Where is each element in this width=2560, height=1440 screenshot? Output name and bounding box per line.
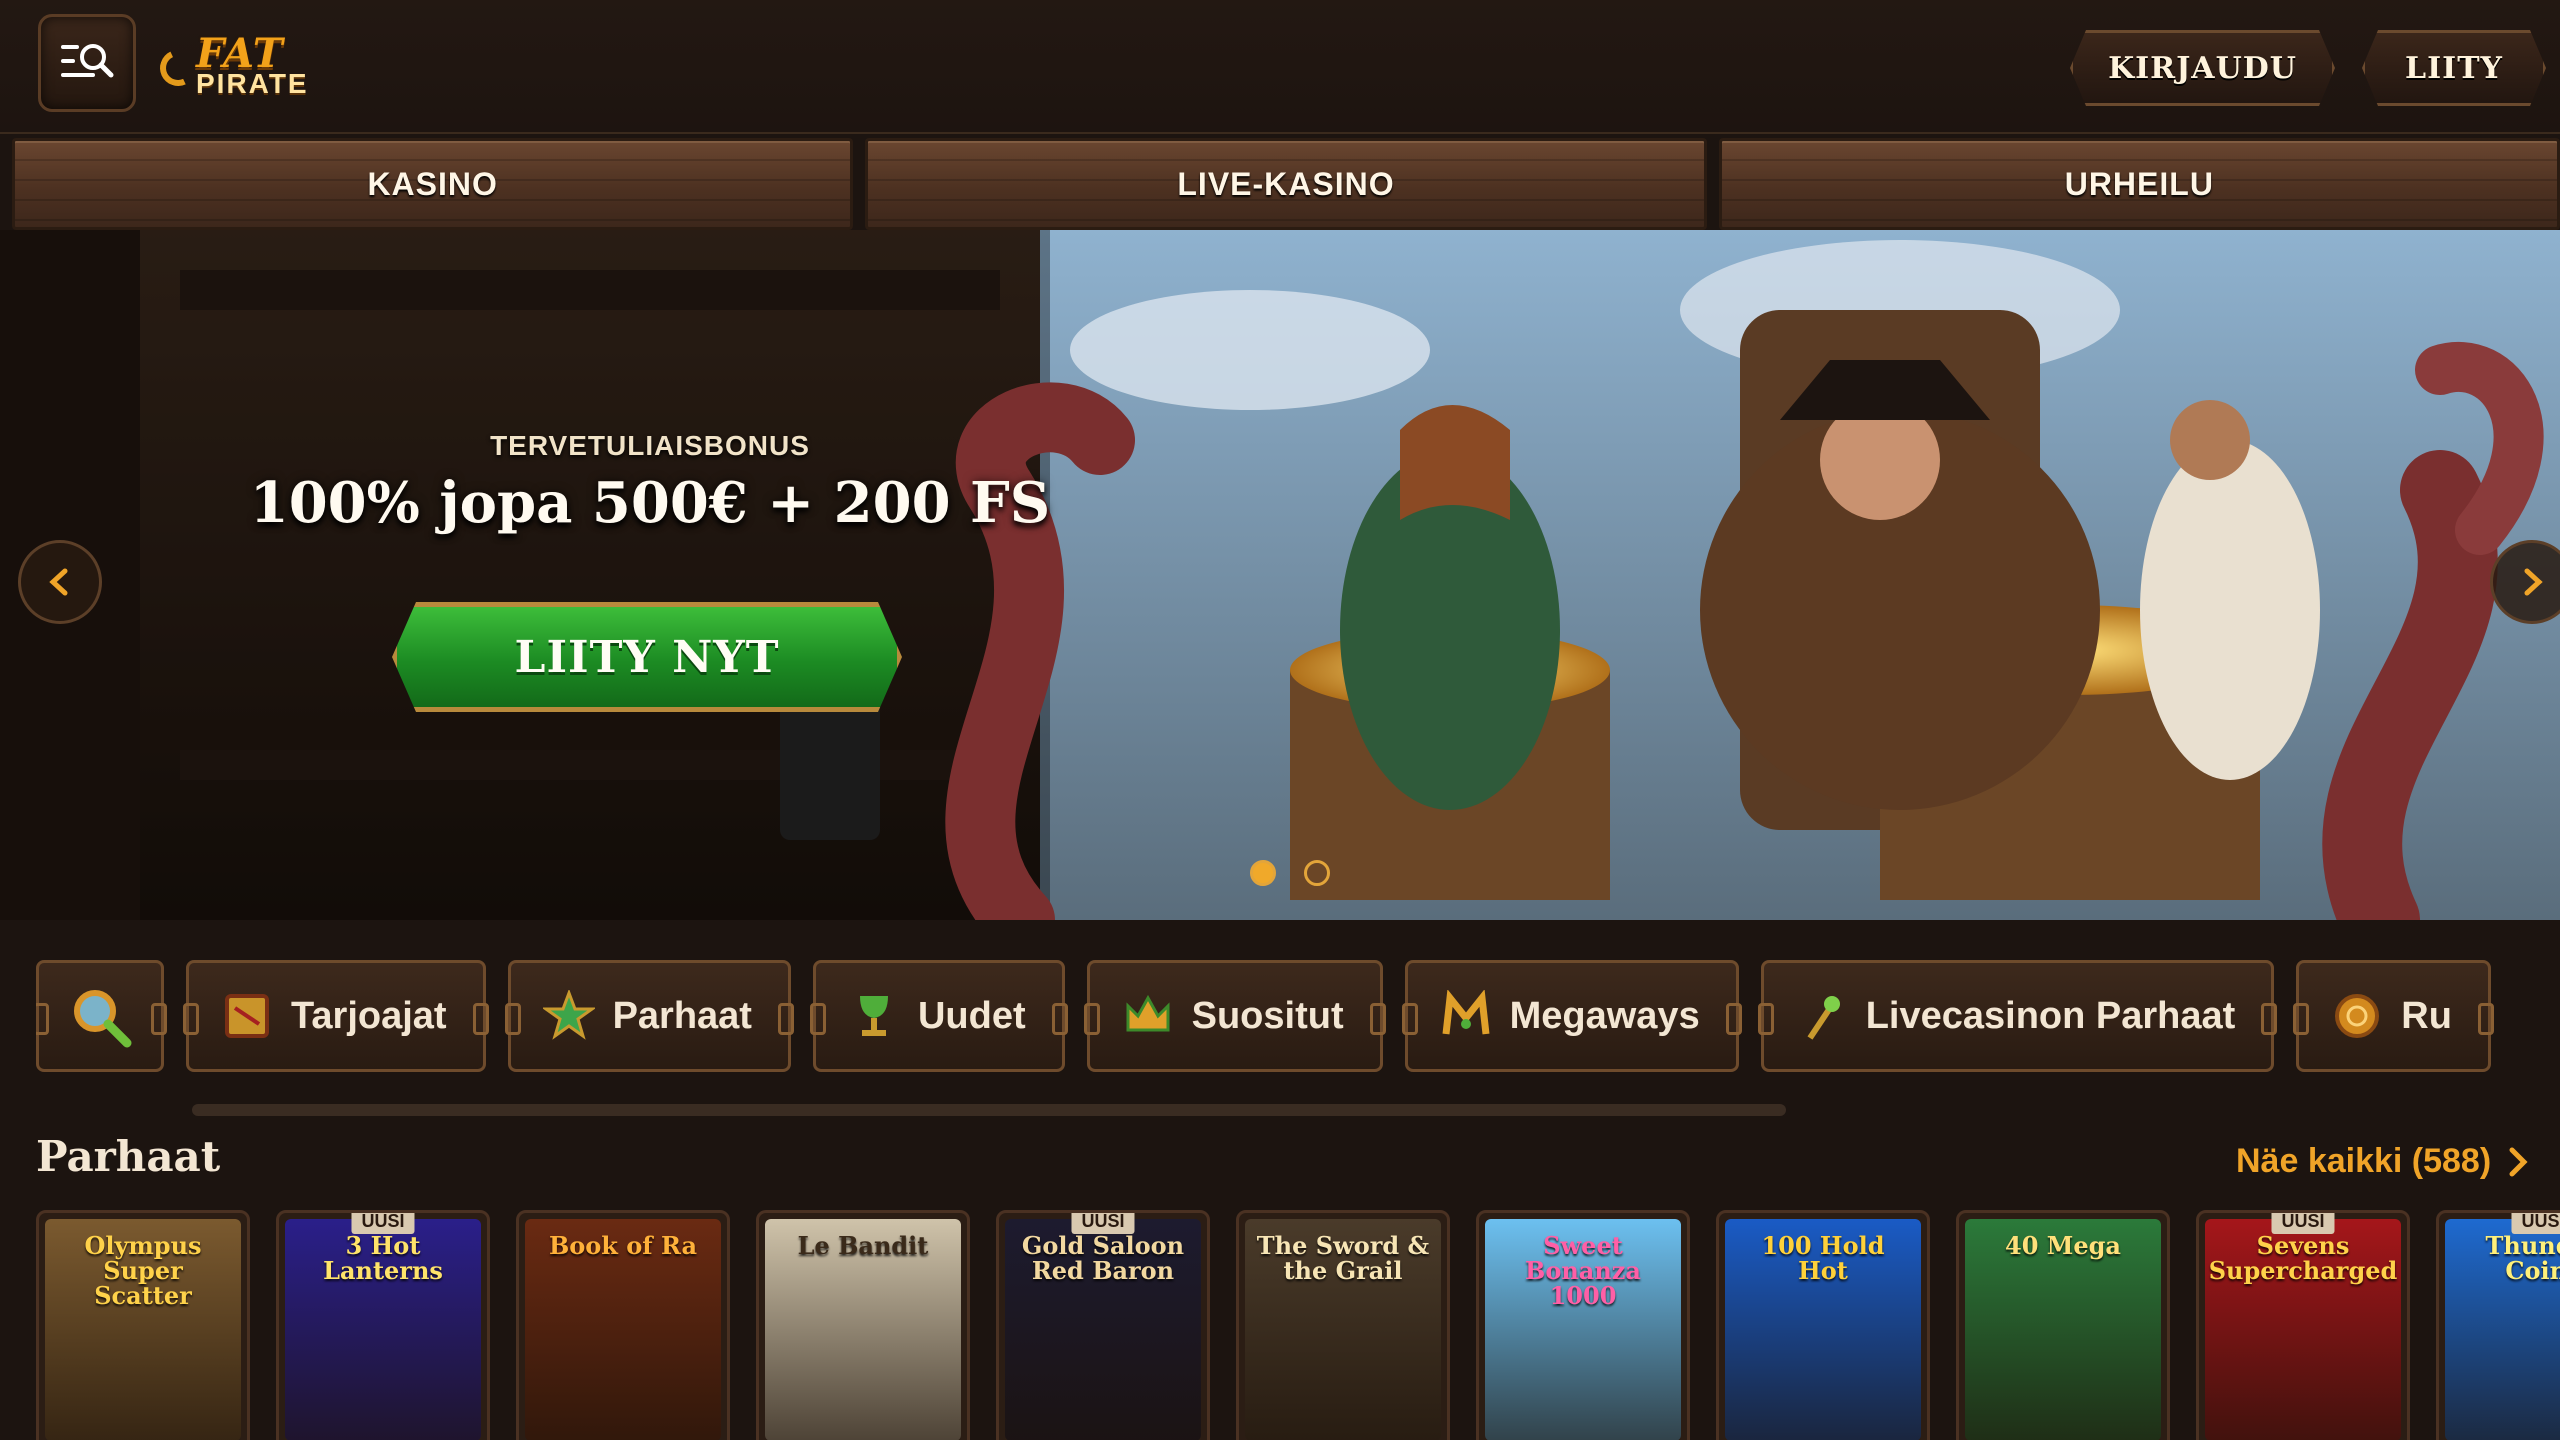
game-thumbnail: Sevens Supercharged [2205, 1219, 2401, 1440]
game-tile[interactable]: UUSIThunder Coins [2436, 1210, 2560, 1440]
game-title: Book of Ra [548, 1231, 698, 1260]
game-thumbnail: The Sword & the Grail [1245, 1219, 1441, 1440]
join-now-button[interactable]: LIITY NYT [392, 602, 902, 712]
menu-search-button[interactable] [38, 14, 136, 112]
star-icon [542, 990, 595, 1042]
tab-casino[interactable]: KASINO [12, 138, 854, 230]
category-megaways[interactable]: Megaways [1401, 960, 1742, 1072]
game-title: The Sword & the Grail [1256, 1231, 1430, 1286]
menu-search-icon [61, 44, 114, 78]
game-tile[interactable]: Olympus Super Scatter [36, 1210, 250, 1440]
game-title: 40 Mega [2005, 1231, 2121, 1260]
see-all-link[interactable]: Näe kaikki (588) [2236, 1142, 2556, 1181]
tab-sports[interactable]: URHEILU [1718, 138, 2560, 230]
map-icon [221, 990, 273, 1042]
new-badge: UUSI [351, 1213, 415, 1234]
game-tile[interactable]: 40 Mega [1956, 1210, 2170, 1440]
category-strip: Tarjoajat Parhaat Uudet Suositut Megaway… [36, 960, 2560, 1078]
game-tile[interactable]: Sweet Bonanza 1000 [1476, 1210, 1690, 1440]
game-tile[interactable]: UUSI Gold Saloon Red Baron [996, 1210, 1210, 1440]
crown-icon [1122, 990, 1174, 1042]
chevron-right-icon [2509, 1147, 2528, 1176]
game-tile[interactable]: UUSI 3 Hot Lanterns [276, 1210, 490, 1440]
join-button[interactable]: LIITY [2362, 30, 2546, 106]
hero-kicker: TERVETULIAISBONUS [490, 430, 810, 461]
game-tile[interactable]: Book of Ra [516, 1210, 730, 1440]
game-title: 100 Hold Hot [1761, 1231, 1885, 1286]
game-thumbnail: Thunder Coins [2445, 1219, 2560, 1440]
megaways-icon [1440, 990, 1492, 1042]
game-tile[interactable]: Le Bandit [756, 1210, 970, 1440]
new-badge: UUSI [2511, 1213, 2560, 1234]
login-button[interactable]: KIRJAUDU [2070, 30, 2335, 106]
category-new[interactable]: Uudet [809, 960, 1068, 1072]
game-thumbnail: Sweet Bonanza 1000 [1485, 1219, 1681, 1440]
category-popular[interactable]: Suositut [1083, 960, 1386, 1072]
chevron-right-icon [2524, 568, 2543, 596]
brand-logo[interactable]: FAT PIRATE [154, 30, 325, 100]
carousel-dots [1250, 860, 1330, 886]
new-badge: UUSI [1071, 1213, 1135, 1234]
game-thumbnail: Gold Saloon Red Baron [1005, 1219, 1201, 1440]
game-tile[interactable]: UUSI Sevens Supercharged [2196, 1210, 2410, 1440]
game-thumbnail: Le Bandit [765, 1219, 961, 1440]
search-icon [74, 990, 132, 1048]
game-thumbnail: 3 Hot Lanterns [285, 1219, 481, 1440]
game-title: Le Bandit [797, 1231, 929, 1260]
category-scrollbar[interactable] [192, 1104, 1786, 1116]
chevron-left-icon [49, 568, 68, 596]
category-live-casino-top[interactable]: Livecasinon Parhaat [1757, 960, 2277, 1072]
torch-icon [1796, 990, 1848, 1042]
category-top[interactable]: Parhaat [504, 960, 795, 1072]
game-thumbnail: Book of Ra [525, 1219, 721, 1440]
game-title: Thunder Coins [2485, 1231, 2560, 1286]
hero-illustration [0, 230, 2560, 920]
game-title: Gold Saloon Red Baron [1021, 1231, 1185, 1286]
section-title: Parhaat [36, 1132, 221, 1181]
game-thumbnail: 100 Hold Hot [1725, 1219, 1921, 1440]
coin-icon [2331, 990, 2383, 1042]
game-title: Olympus Super Scatter [84, 1231, 202, 1311]
hero-banner[interactable]: TERVETULIAISBONUS 100% jopa 500€ + 200 F… [0, 230, 2560, 920]
game-title: Sweet Bonanza 1000 [1525, 1231, 1641, 1311]
game-thumbnail: 40 Mega [1965, 1219, 2161, 1440]
category-roulette[interactable]: Ru [2293, 960, 2494, 1072]
category-search-button[interactable] [36, 960, 167, 1072]
tab-live-casino[interactable]: LIVE-KASINO [865, 138, 1707, 230]
game-tile[interactable]: 100 Hold Hot [1716, 1210, 1930, 1440]
games-row: Olympus Super Scatter UUSI 3 Hot Lanterns B… [36, 1210, 2560, 1440]
category-providers[interactable]: Tarjoajat [183, 960, 489, 1072]
new-badge: UUSI [2271, 1213, 2335, 1234]
game-thumbnail: Olympus Super Scatter [45, 1219, 241, 1440]
game-tile[interactable]: The Sword & the Grail [1236, 1210, 1450, 1440]
game-title: 3 Hot Lanterns [323, 1231, 443, 1286]
carousel-prev-button[interactable] [18, 540, 102, 624]
goblet-icon [848, 990, 900, 1042]
carousel-dot-1[interactable] [1250, 860, 1276, 886]
page: FAT PIRATE KIRJAUDU LIITY KASINO LIVE-KA… [0, 0, 2560, 1440]
main-nav: KASINO LIVE-KASINO URHEILU [12, 138, 2560, 230]
game-title: Sevens Supercharged [2208, 1231, 2398, 1286]
top-header: FAT PIRATE KIRJAUDU LIITY [0, 0, 2560, 134]
hook-icon [154, 44, 202, 92]
carousel-dot-2[interactable] [1304, 860, 1330, 886]
hero-title: 100% jopa 500€ + 200 FS [249, 470, 1051, 536]
